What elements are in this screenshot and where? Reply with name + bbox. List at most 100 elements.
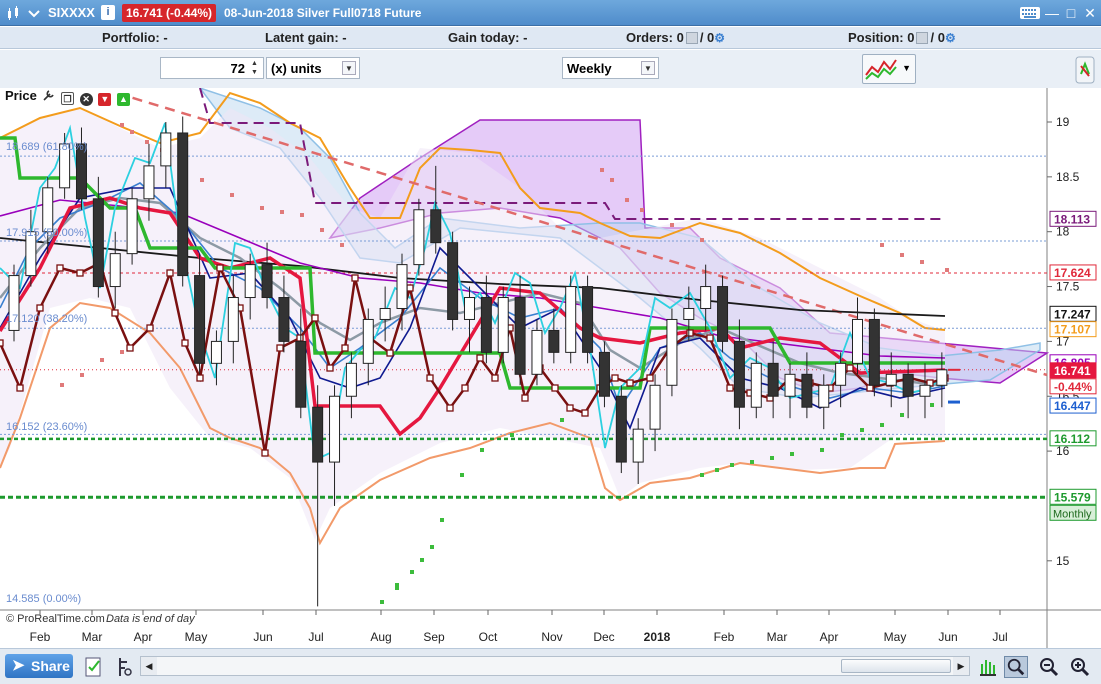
chevron-down-icon[interactable]: ▼ bbox=[342, 61, 356, 75]
candle-body bbox=[379, 307, 391, 320]
oscillator-marker bbox=[406, 284, 414, 292]
timeframe-value: Weekly bbox=[567, 61, 612, 76]
time-scrollbar[interactable]: ◀ ▶ bbox=[140, 656, 970, 676]
dropdown-chevron-icon[interactable] bbox=[26, 5, 42, 21]
price-chart[interactable]: Price ❐ ✕ ▼ ▲ 18.689 (61.80%) 17.915 (50.… bbox=[0, 86, 1101, 648]
latent-gain-value: - bbox=[342, 30, 347, 45]
oscillator-marker bbox=[16, 384, 24, 392]
chart-toolbar: 72 ▲ ▼ (x) units ▼ Weekly ▼ ▼ bbox=[0, 50, 1101, 88]
fib-label-382: 17.120 (38.20%) bbox=[6, 313, 87, 325]
oscillator-marker bbox=[706, 334, 714, 342]
indicators-button[interactable]: ▼ bbox=[862, 54, 916, 84]
x-tick-label: May bbox=[884, 630, 907, 644]
units-spin-icon[interactable]: ▲ ▼ bbox=[251, 59, 261, 77]
oscillator-marker bbox=[216, 264, 224, 272]
oscillator-marker bbox=[626, 379, 634, 387]
badge-16112: 16.112 bbox=[1054, 432, 1090, 446]
zoom-out-icon[interactable] bbox=[1037, 656, 1061, 678]
minimize-icon[interactable]: — bbox=[1043, 4, 1061, 22]
zoom-fit-icon[interactable] bbox=[1004, 656, 1028, 678]
scroll-left-arrow-icon[interactable]: ◀ bbox=[141, 657, 157, 675]
candle-body bbox=[632, 428, 644, 463]
sar-dot bbox=[560, 418, 564, 422]
candle-body bbox=[413, 209, 425, 266]
candle-body bbox=[463, 297, 475, 320]
chart-canvas[interactable]: 18.689 (61.80%) 17.915 (50.00%) 17.120 (38… bbox=[0, 86, 1101, 648]
position-settings-icon[interactable]: ⚙ bbox=[945, 31, 956, 45]
badge-change-pct: -0.44% bbox=[1054, 380, 1092, 394]
sar-dot bbox=[625, 198, 629, 202]
orders-label: Orders: 0/ 0⚙ bbox=[626, 30, 726, 45]
candle-body bbox=[160, 132, 172, 167]
timeframe-select[interactable]: Weekly ▼ bbox=[562, 57, 659, 79]
units-select[interactable]: (x) units ▼ bbox=[266, 57, 360, 79]
bottom-bar: ➤ Share ◀ ▶ bbox=[0, 648, 1101, 684]
orders-settings-icon[interactable]: ⚙ bbox=[714, 31, 725, 45]
drag-hand-icon[interactable] bbox=[976, 656, 1000, 678]
move-down-icon[interactable]: ▼ bbox=[98, 93, 112, 106]
x-tick-label: Feb bbox=[30, 630, 51, 644]
sar-dot bbox=[840, 433, 844, 437]
portfolio-label: Portfolio: - bbox=[102, 30, 168, 45]
candle-body bbox=[345, 362, 357, 397]
x-tick-label: Jun bbox=[938, 630, 957, 644]
x-tick-label: Apr bbox=[134, 630, 153, 644]
sar-dot bbox=[130, 130, 134, 134]
candle-body bbox=[210, 340, 222, 364]
close-icon[interactable]: ✕ bbox=[1081, 4, 1099, 22]
oscillator-marker bbox=[611, 374, 619, 382]
share-button[interactable]: ➤ Share bbox=[5, 654, 73, 678]
checklist-icon[interactable] bbox=[82, 656, 106, 678]
units-stepper[interactable]: 72 ▲ ▼ bbox=[160, 57, 264, 79]
account-info-bar: Portfolio: - Latent gain: - Gain today: … bbox=[0, 27, 1101, 49]
oscillator-marker bbox=[126, 344, 134, 352]
sar-dot bbox=[930, 403, 934, 407]
symbol-name[interactable]: SIXXXX bbox=[48, 5, 95, 20]
info-icon[interactable]: i bbox=[101, 5, 115, 20]
oscillator-marker bbox=[76, 269, 84, 277]
gain-today-label: Gain today: - bbox=[448, 30, 528, 45]
candle-body bbox=[531, 329, 543, 375]
candle-body bbox=[582, 286, 594, 353]
oscillator-marker bbox=[181, 339, 189, 347]
sar-dot bbox=[715, 468, 719, 472]
close-panel-icon[interactable]: ✕ bbox=[79, 93, 93, 106]
zoom-in-icon[interactable] bbox=[1068, 656, 1092, 678]
candle-body bbox=[92, 198, 104, 288]
oscillator-marker bbox=[36, 304, 44, 312]
copy-icon[interactable]: ❐ bbox=[61, 92, 75, 105]
candle-body bbox=[480, 297, 492, 353]
badge-17247: 17.247 bbox=[1054, 307, 1091, 321]
sar-dot bbox=[945, 268, 949, 272]
scroll-thumb[interactable] bbox=[841, 659, 951, 673]
wrench-icon[interactable] bbox=[42, 89, 55, 102]
orders-box-icon[interactable] bbox=[685, 32, 698, 44]
oscillator-marker bbox=[56, 264, 64, 272]
chevron-down-icon[interactable]: ▼ bbox=[902, 63, 911, 73]
units-value[interactable]: 72 bbox=[231, 61, 245, 76]
sar-dot bbox=[380, 600, 384, 604]
position-box-icon[interactable] bbox=[916, 32, 929, 44]
chart-icon[interactable] bbox=[6, 5, 22, 21]
candle-body bbox=[700, 286, 712, 309]
panel-title: Price bbox=[5, 88, 37, 103]
x-tick-label: Oct bbox=[479, 630, 498, 644]
measure-icon[interactable] bbox=[112, 656, 136, 678]
gain-today-value: - bbox=[523, 30, 528, 45]
candle-body bbox=[649, 384, 661, 430]
sar-dot bbox=[410, 570, 414, 574]
sar-dot bbox=[610, 178, 614, 182]
oscillator-marker bbox=[566, 404, 574, 412]
keyboard-icon[interactable] bbox=[1019, 4, 1041, 22]
chevron-down-icon[interactable]: ▼ bbox=[641, 61, 655, 75]
sync-icon[interactable] bbox=[1075, 56, 1095, 84]
move-up-icon[interactable]: ▲ bbox=[116, 93, 130, 106]
x-tick-label: Feb bbox=[714, 630, 735, 644]
candle-body bbox=[329, 395, 341, 463]
sar-dot bbox=[200, 178, 204, 182]
scroll-right-arrow-icon[interactable]: ▶ bbox=[953, 657, 969, 675]
sar-dot bbox=[300, 213, 304, 217]
sar-dot bbox=[420, 558, 424, 562]
maximize-icon[interactable]: □ bbox=[1062, 4, 1080, 22]
orders-value-2: / 0 bbox=[699, 30, 715, 45]
